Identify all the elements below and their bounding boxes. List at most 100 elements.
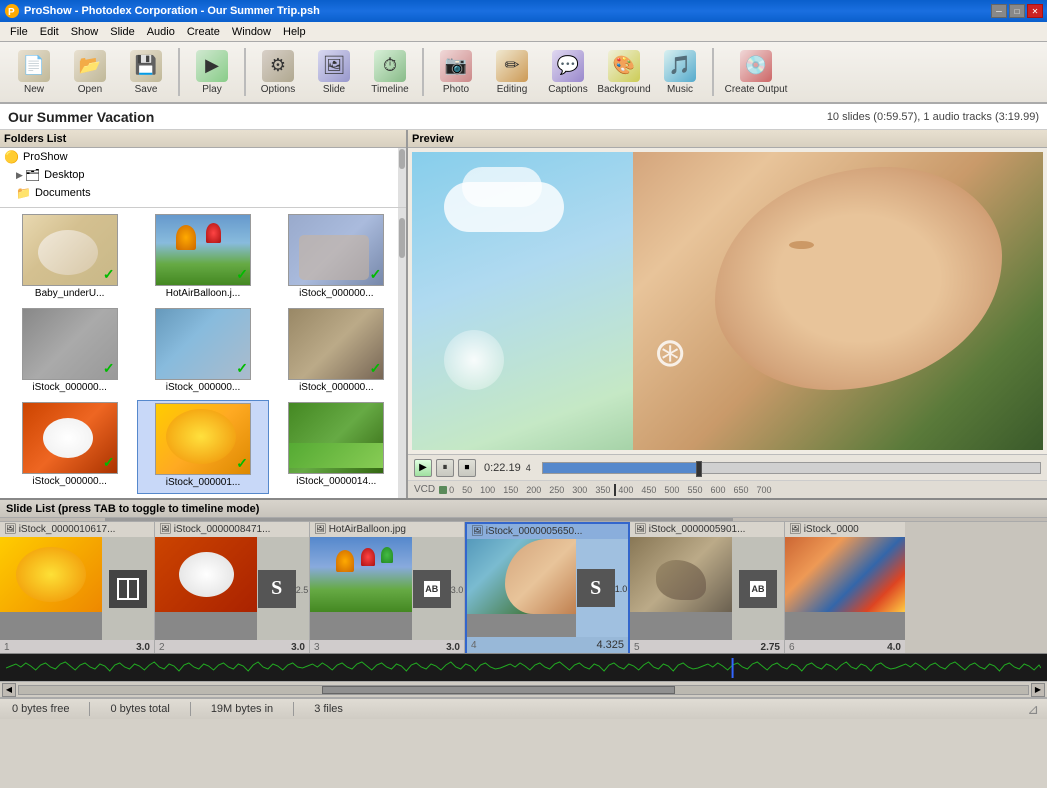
scroll-right-button[interactable]: ▶	[1031, 683, 1045, 697]
slides-container[interactable]: 🖼 iStock_0000010617... 1 3.0	[0, 522, 1047, 655]
title-bar: P ProShow - Photodex Corporation - Our S…	[0, 0, 1047, 22]
slide-cell-6[interactable]: 🖼 iStock_0000 6 4.0	[785, 522, 905, 655]
file-label-people: iStock_000000...	[299, 288, 374, 299]
slide-duration-3: 3.0	[446, 642, 460, 653]
menu-file[interactable]: File	[4, 24, 34, 40]
file-thumb-baseball[interactable]: ✓ iStock_000000...	[4, 400, 135, 494]
captions-button[interactable]: 💬 Captions	[542, 46, 594, 98]
slide-title-3: 🖼 HotAirBalloon.jpg	[310, 522, 464, 537]
stop-control-btn[interactable]: ⏹	[458, 459, 476, 477]
menu-create[interactable]: Create	[181, 24, 226, 40]
open-button[interactable]: 📂 Open	[64, 46, 116, 98]
slide-number-5: 5	[634, 642, 640, 653]
folders-scrollbar[interactable]	[398, 148, 406, 207]
file-thumb-baby[interactable]: ✓ Baby_underU...	[4, 212, 135, 304]
folders-list[interactable]: 🟡 ProShow ▶ 🗂 Desktop 📁 Documents	[0, 148, 406, 208]
folders-header: Folders List	[0, 130, 406, 148]
menu-help[interactable]: Help	[277, 24, 312, 40]
folder-name-documents: Documents	[35, 187, 91, 199]
file-label-balloon: HotAirBalloon.j...	[166, 288, 240, 299]
vcd-label: VCD	[414, 484, 435, 495]
menu-audio[interactable]: Audio	[141, 24, 181, 40]
file-thumb-balloon[interactable]: ✓ HotAirBalloon.j...	[137, 212, 268, 304]
window-controls: ─ □ ✕	[991, 4, 1043, 18]
slide-title-4: 🖼 iStock_0000005650...	[467, 524, 628, 539]
menu-show[interactable]: Show	[65, 24, 105, 40]
status-bar: 0 bytes free 0 bytes total 19M bytes in …	[0, 697, 1047, 719]
music-button[interactable]: 🎵 Music	[654, 46, 706, 98]
pause-control-btn[interactable]: ⏸	[436, 459, 454, 477]
play-control-btn[interactable]: ▶	[414, 459, 432, 477]
file-thumb-flower[interactable]: ✓ iStock_000001...	[137, 400, 268, 494]
thumb-img-group: ✓	[22, 308, 118, 380]
folder-proshow[interactable]: 🟡 ProShow	[0, 148, 406, 166]
minimize-button[interactable]: ─	[991, 4, 1007, 18]
left-panel: Folders List 🟡 ProShow ▶ 🗂 Desktop 📁 Doc…	[0, 130, 408, 498]
slide-cell-5[interactable]: 🖼 iStock_0000005901... AB 5 2.75	[630, 522, 785, 655]
slide-cell-1[interactable]: 🖼 iStock_0000010617... 1 3.0	[0, 522, 155, 655]
new-button[interactable]: 📄 New	[8, 46, 60, 98]
app-icon: P	[4, 3, 20, 19]
create-output-button[interactable]: 💿 Create Output	[720, 46, 792, 98]
preview-header: Preview	[408, 130, 1047, 148]
audio-track	[0, 653, 1047, 681]
background-button[interactable]: 🎨 Background	[598, 46, 650, 98]
menu-slide[interactable]: Slide	[104, 24, 140, 40]
progress-fill	[543, 463, 702, 473]
file-thumb-group[interactable]: ✓ iStock_000000...	[4, 306, 135, 398]
resize-grip[interactable]: ⊿	[1027, 701, 1039, 718]
toolbar: 📄 New 📂 Open 💾 Save ▶ Play ⚙ Options 🖼 S…	[0, 42, 1047, 104]
transition-box-4: S	[577, 569, 615, 607]
slide-tool-button[interactable]: 🖼 Slide	[308, 46, 360, 98]
file-thumb-landscape[interactable]: ✓ iStock_000000...	[137, 306, 268, 398]
play-button[interactable]: ▶ Play	[186, 46, 238, 98]
file-label-landscape: iStock_000000...	[166, 382, 241, 393]
proshow-icon: 🟡	[4, 150, 19, 164]
files-scrollbar[interactable]	[398, 208, 406, 498]
slide-transition-4: S 1.0	[576, 539, 628, 637]
slide-cell-4[interactable]: 🖼 iStock_0000005650... S 1.0 4 4.325	[465, 522, 630, 655]
close-button[interactable]: ✕	[1027, 4, 1043, 18]
show-info: 10 slides (0:59.57), 1 audio tracks (3:1…	[827, 111, 1039, 123]
photo-button[interactable]: 📷 Photo	[430, 46, 482, 98]
file-thumb-people[interactable]: ✓ iStock_000000...	[271, 212, 402, 304]
slide-number-2: 2	[159, 642, 165, 653]
folder-desktop[interactable]: ▶ 🗂 Desktop	[0, 166, 406, 184]
file-label-baseball: iStock_000000...	[32, 476, 107, 487]
h-scroll-track[interactable]	[18, 685, 1029, 695]
options-button[interactable]: ⚙ Options	[252, 46, 304, 98]
audio-wave	[6, 658, 1041, 678]
folder-documents[interactable]: 📁 Documents	[0, 184, 406, 202]
file-thumb-meadow[interactable]: iStock_0000014...	[271, 400, 402, 494]
menu-window[interactable]: Window	[226, 24, 277, 40]
h-scrollbar[interactable]: ◀ ▶	[0, 681, 1047, 697]
slide-transition-5: AB	[732, 537, 784, 640]
editing-button[interactable]: ✏ Editing	[486, 46, 538, 98]
timeline-button[interactable]: ⏱ Timeline	[364, 46, 416, 98]
slide-icon-6: 🖼	[789, 524, 802, 535]
h-scroll-thumb[interactable]	[322, 686, 675, 694]
preview-progress[interactable]	[542, 462, 1041, 474]
file-thumb-rock[interactable]: ✓ iStock_000000...	[271, 306, 402, 398]
transition-box-1	[109, 570, 147, 608]
slide-cell-3[interactable]: 🖼 HotAirBalloon.jpg AB 3.0	[310, 522, 465, 655]
desktop-icon: 🗂	[25, 168, 40, 182]
toolbar-separator-1	[178, 48, 180, 96]
preview-area: ⊛	[412, 152, 1043, 450]
progress-handle[interactable]	[696, 461, 702, 477]
maximize-button[interactable]: □	[1009, 4, 1025, 18]
slide-number-4: 4	[471, 640, 477, 651]
preview-controls: ▶ ⏸ ⏹ 0:22.19 4	[408, 454, 1047, 480]
toolbar-separator-2	[244, 48, 246, 96]
scroll-left-button[interactable]: ◀	[2, 683, 16, 697]
slide-transition-1	[102, 537, 154, 640]
menu-edit[interactable]: Edit	[34, 24, 65, 40]
slide-duration-6: 4.0	[887, 642, 901, 653]
folder-name-desktop: Desktop	[44, 169, 84, 181]
save-button[interactable]: 💾 Save	[120, 46, 172, 98]
trans-dur-4: 1.0	[615, 584, 628, 594]
slide-cell-2[interactable]: 🖼 iStock_0000008471... S 2.5 2 3.0	[155, 522, 310, 655]
check-mark-balloon: ✓	[236, 266, 248, 283]
slide-transition-2: S 2.5	[257, 537, 309, 640]
check-mark-landscape: ✓	[236, 360, 248, 377]
